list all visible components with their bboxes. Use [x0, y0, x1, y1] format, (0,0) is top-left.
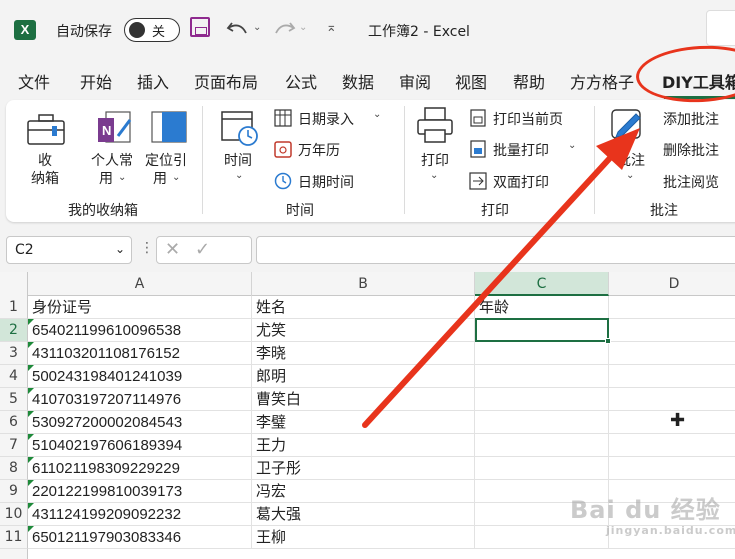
cell-cursor-icon: ✚: [670, 410, 686, 431]
annotation-arrow: [362, 128, 640, 428]
excel-window: X 自动保存 关 ⌄ ⌄ ⌅ 工作簿2 - Excel 文件 开始 插入 页面布…: [0, 0, 735, 559]
watermark-main: Bai du 经验: [570, 496, 721, 524]
watermark: Bai du 经验 jingyan.baidu.com: [570, 478, 735, 548]
watermark-sub: jingyan.baidu.com: [606, 524, 735, 537]
